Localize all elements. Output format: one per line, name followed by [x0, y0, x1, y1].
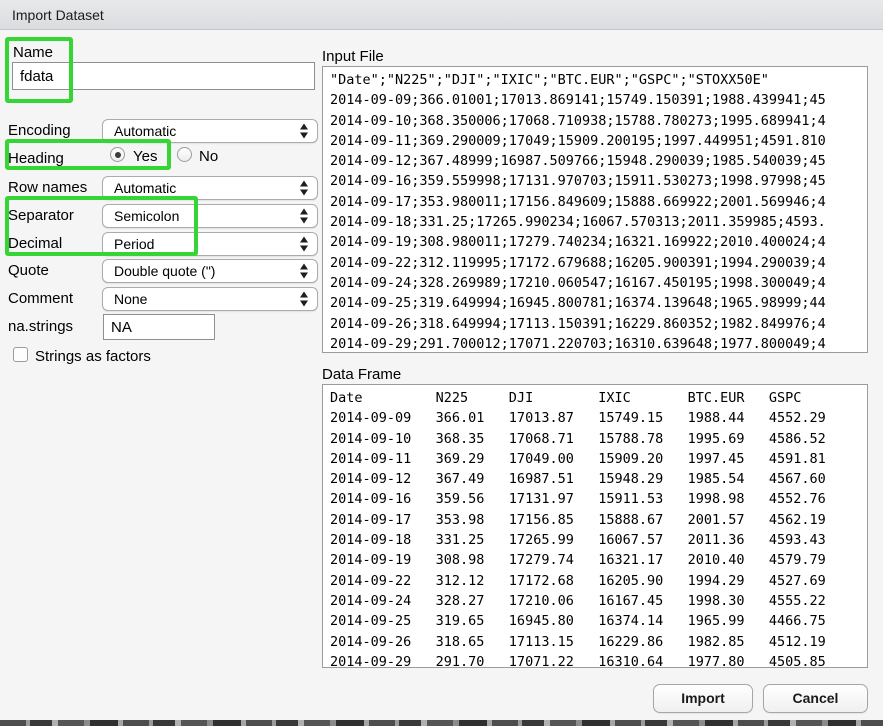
separator-value: Semicolon: [114, 208, 179, 224]
row-names-select[interactable]: Automatic: [102, 176, 318, 200]
data-frame-label: Data Frame: [322, 366, 401, 383]
encoding-select[interactable]: Automatic: [102, 119, 318, 143]
encoding-label: Encoding: [8, 122, 71, 139]
decimal-value: Period: [114, 236, 154, 252]
heading-no-label: No: [199, 148, 218, 165]
encoding-value: Automatic: [114, 123, 176, 139]
updown-arrows-icon: [300, 292, 309, 307]
updown-arrows-icon: [300, 124, 309, 139]
window-title: Import Dataset: [12, 7, 104, 23]
import-button[interactable]: Import: [653, 684, 753, 713]
strings-as-factors-label: Strings as factors: [35, 348, 151, 365]
quote-value: Double quote ("): [114, 263, 215, 279]
separator-select[interactable]: Semicolon: [102, 204, 318, 228]
cancel-button[interactable]: Cancel: [763, 684, 868, 713]
quote-select[interactable]: Double quote ("): [102, 259, 318, 283]
decimal-label: Decimal: [8, 235, 62, 252]
data-frame-text: Date N225 DJI IXIC BTC.EUR GSPC 2014-09-…: [323, 385, 867, 668]
import-dataset-dialog: Import Dataset Name Encoding Automatic H…: [0, 0, 883, 726]
strings-as-factors-checkbox[interactable]: [13, 347, 28, 362]
separator-label: Separator: [8, 207, 74, 224]
data-frame-preview[interactable]: Date N225 DJI IXIC BTC.EUR GSPC 2014-09-…: [322, 384, 868, 668]
row-names-label: Row names: [8, 179, 87, 196]
heading-label: Heading: [8, 150, 64, 167]
titlebar: Import Dataset: [0, 0, 883, 30]
updown-arrows-icon: [300, 264, 309, 279]
input-file-label: Input File: [322, 48, 384, 65]
updown-arrows-icon: [300, 181, 309, 196]
comment-value: None: [114, 291, 147, 307]
updown-arrows-icon: [300, 209, 309, 224]
row-names-value: Automatic: [114, 180, 176, 196]
input-file-preview[interactable]: "Date";"N225";"DJI";"IXIC";"BTC.EUR";"GS…: [322, 66, 868, 353]
heading-no-radio[interactable]: [177, 147, 192, 162]
updown-arrows-icon: [300, 237, 309, 252]
name-label: Name: [13, 44, 53, 61]
na-strings-label: na.strings: [8, 318, 73, 335]
background-window-sliver: [0, 720, 883, 726]
heading-yes-label: Yes: [133, 148, 157, 165]
comment-select[interactable]: None: [102, 287, 318, 311]
heading-yes-radio[interactable]: [110, 147, 125, 162]
name-input[interactable]: [12, 62, 315, 90]
comment-label: Comment: [8, 290, 73, 307]
decimal-select[interactable]: Period: [102, 232, 318, 256]
quote-label: Quote: [8, 262, 49, 279]
na-strings-input[interactable]: [103, 314, 215, 340]
input-file-text: "Date";"N225";"DJI";"IXIC";"BTC.EUR";"GS…: [323, 67, 867, 353]
